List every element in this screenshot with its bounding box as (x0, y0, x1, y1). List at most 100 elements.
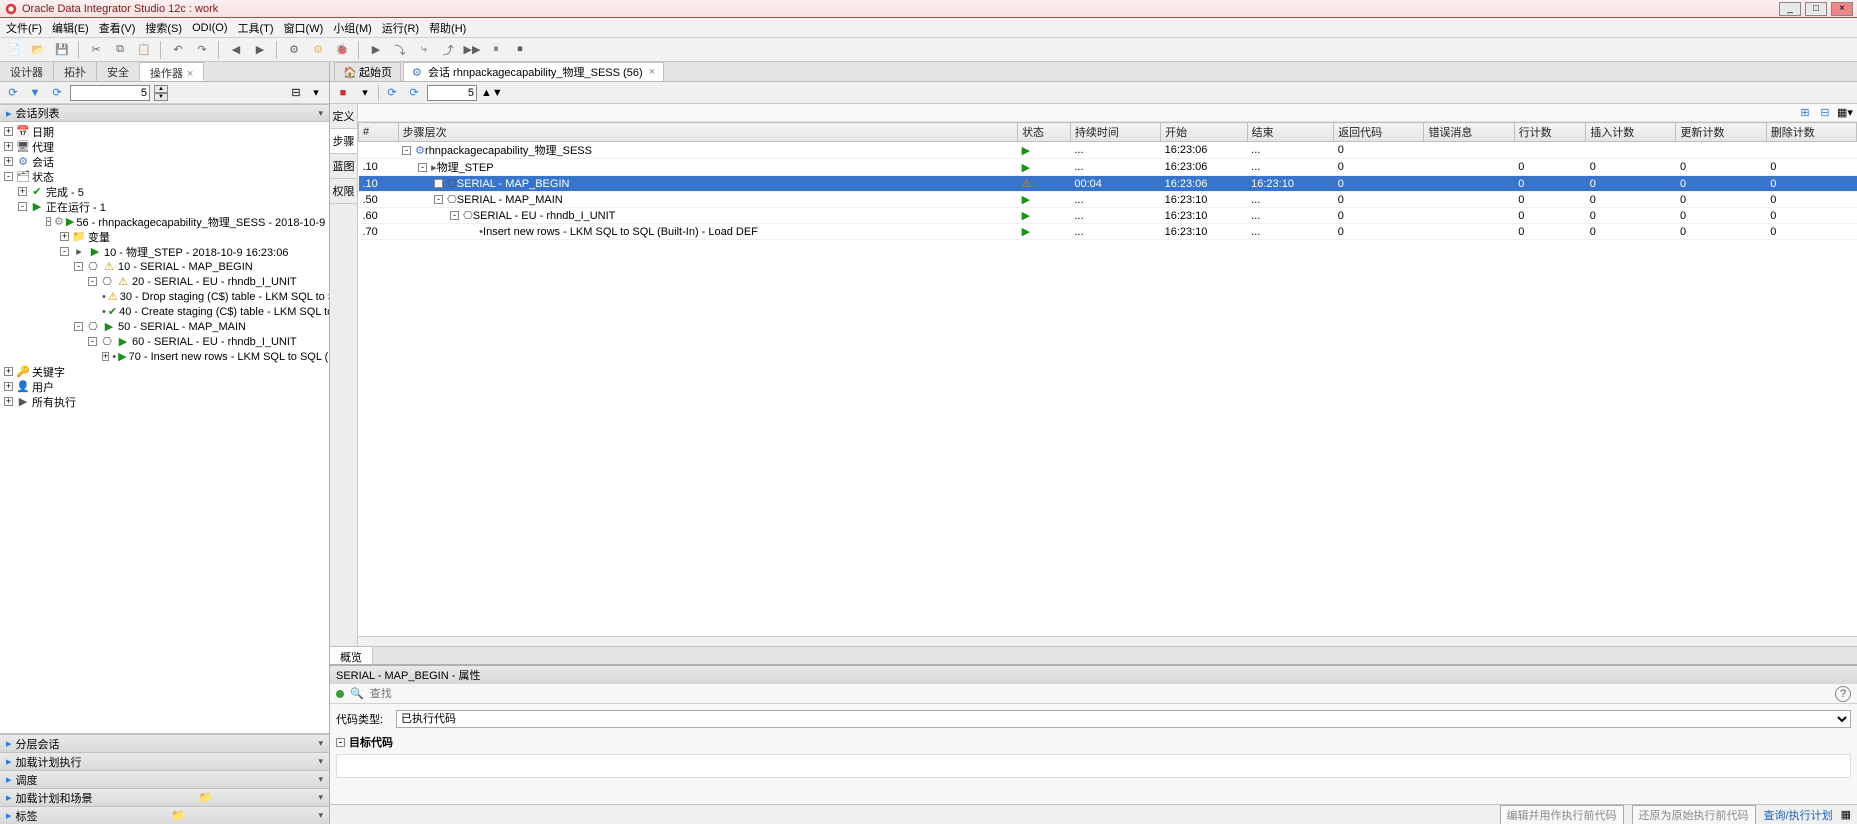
tree-node[interactable]: +📁变量 (2, 229, 327, 244)
gear-icon[interactable]: ⚙ (284, 40, 304, 60)
stop-icon[interactable]: ⏹ (510, 40, 530, 60)
row-expand-icon[interactable]: - (418, 163, 427, 172)
column-header[interactable]: 删除计数 (1766, 123, 1856, 142)
tree-expand-icon[interactable]: - (88, 337, 97, 346)
column-header[interactable]: 行计数 (1514, 123, 1586, 142)
resume-icon[interactable]: ▶▶ (462, 40, 482, 60)
left-drawer[interactable]: ▸标签📁▾ (0, 806, 329, 824)
debug-icon[interactable]: 🐞 (332, 40, 352, 60)
menu-item[interactable]: 搜索(S) (145, 20, 182, 36)
tree-node[interactable]: +✔完成 - 5 (2, 184, 327, 199)
column-header[interactable]: 错误消息 (1424, 123, 1514, 142)
expand-all-icon[interactable]: ⊞ (1797, 104, 1813, 120)
refresh-interval-input[interactable] (70, 85, 150, 101)
grid-row[interactable]: .10-▸物理_STEP▶...16:23:06...00000 (359, 159, 1857, 176)
tree-node[interactable]: -▸▶10 - 物理_STEP - 2018-10-9 16:23:06 (2, 244, 327, 259)
run-icon[interactable]: ⚙ (308, 40, 328, 60)
step-out-icon[interactable]: ⤴ (438, 40, 458, 60)
tree-expand-icon[interactable]: + (102, 352, 109, 361)
grid-spin-down[interactable]: ▼ (492, 87, 503, 99)
column-header[interactable]: 结束 (1247, 123, 1334, 142)
side-tab[interactable]: 步骤 (330, 129, 357, 154)
auto-refresh-grid-icon[interactable]: ⟳ (405, 84, 423, 102)
tree-node[interactable]: +🖥代理 (2, 139, 327, 154)
menu-item[interactable]: 小组(M) (333, 20, 372, 36)
grid-row[interactable]: .70•Insert new rows - LKM SQL to SQL (Bu… (359, 224, 1857, 240)
grid-row[interactable]: .60-⎔SERIAL - EU - rhndb_I_UNIT▶...16:23… (359, 208, 1857, 224)
menu-item[interactable]: 窗口(W) (284, 20, 324, 36)
columns-icon[interactable]: ▦▾ (1837, 104, 1853, 120)
pause-icon[interactable]: ⏸ (486, 40, 506, 60)
column-header[interactable]: 更新计数 (1676, 123, 1766, 142)
left-tab[interactable]: 拓扑 (54, 62, 97, 81)
overview-tab[interactable]: 概览 (330, 647, 373, 664)
tree-expand-icon[interactable]: + (60, 232, 69, 241)
step-into-icon[interactable]: ⤷ (414, 40, 434, 60)
grid-spin-up[interactable]: ▲ (481, 87, 492, 99)
column-header[interactable]: 返回代码 (1334, 123, 1424, 142)
menu-item[interactable]: ODI(O) (192, 22, 227, 34)
restore-pre-exec-button[interactable]: 还原为原始执行前代码 (1632, 805, 1756, 824)
redo-icon[interactable]: ↷ (192, 40, 212, 60)
new-icon[interactable]: 📄 (4, 40, 24, 60)
steps-grid[interactable]: #步骤层次状态持续时间开始结束返回代码错误消息行计数插入计数更新计数删除计数-⚙… (358, 122, 1857, 636)
spin-down[interactable]: ▼ (154, 93, 168, 101)
edit-pre-exec-button[interactable]: 编辑并用作执行前代码 (1500, 805, 1624, 824)
tree-node[interactable]: +⚙会话 (2, 154, 327, 169)
tree-node[interactable]: -▶正在运行 - 1 (2, 199, 327, 214)
left-tab[interactable]: 安全 (97, 62, 140, 81)
open-icon[interactable]: 📂 (28, 40, 48, 60)
left-drawer[interactable]: ▸加载计划执行▾ (0, 752, 329, 770)
row-expand-icon[interactable]: - (434, 195, 443, 204)
tree-node[interactable]: +📅日期 (2, 124, 327, 139)
tree-expand-icon[interactable]: + (4, 127, 13, 136)
menu-icon[interactable]: ▾ (307, 84, 325, 102)
refresh-icon[interactable]: ⟳ (4, 84, 22, 102)
filter-icon[interactable]: ▼ (26, 84, 44, 102)
row-expand-icon[interactable]: - (402, 146, 411, 155)
session-list-header[interactable]: ▸ 会话列表 ▾ (0, 104, 329, 122)
step-over-icon[interactable]: ⤵ (390, 40, 410, 60)
editor-tab[interactable]: ⚙会话 rhnpackagecapability_物理_SESS (56)× (403, 62, 664, 81)
auto-refresh-icon[interactable]: ⟳ (48, 84, 66, 102)
undo-icon[interactable]: ↶ (168, 40, 188, 60)
spin-up[interactable]: ▲ (154, 85, 168, 93)
menu-item[interactable]: 文件(F) (6, 20, 42, 36)
column-header[interactable]: 开始 (1161, 123, 1248, 142)
column-header[interactable]: 插入计数 (1586, 123, 1676, 142)
grid-row[interactable]: .50-⎔SERIAL - MAP_MAIN▶...16:23:10...000… (359, 192, 1857, 208)
tree-node[interactable]: -⎔⚠20 - SERIAL - EU - rhndb_I_UNIT (2, 274, 327, 289)
play-icon[interactable]: ▶ (366, 40, 386, 60)
tree-expand-icon[interactable]: + (4, 142, 13, 151)
menu-item[interactable]: 工具(T) (238, 20, 274, 36)
column-header[interactable]: # (359, 123, 399, 142)
tree-node[interactable]: +•▶70 - Insert new rows - LKM SQL to SQL… (2, 349, 327, 364)
dropdown-icon[interactable]: ▾ (356, 84, 374, 102)
cut-icon[interactable]: ✂ (86, 40, 106, 60)
properties-search-input[interactable] (370, 688, 1829, 700)
minimize-button[interactable]: _ (1779, 2, 1801, 16)
back-icon[interactable]: ◀ (226, 40, 246, 60)
help-icon[interactable]: ? (1835, 686, 1851, 702)
tree-expand-icon[interactable]: + (4, 397, 13, 406)
side-tab[interactable]: 权限 (330, 179, 357, 204)
left-tab[interactable]: 设计器 (0, 62, 54, 81)
tree-expand-icon[interactable]: - (46, 217, 51, 226)
tree-expand-icon[interactable]: - (74, 262, 83, 271)
tree-expand-icon[interactable]: - (4, 172, 13, 181)
tree-node[interactable]: -⎔⚠10 - SERIAL - MAP_BEGIN (2, 259, 327, 274)
left-tab[interactable]: 操作器× (140, 62, 204, 81)
side-tab[interactable]: 定义 (330, 104, 357, 129)
row-expand-icon[interactable]: + (434, 179, 443, 188)
forward-icon[interactable]: ▶ (250, 40, 270, 60)
tree-expand-icon[interactable]: - (74, 322, 83, 331)
refresh-grid-icon[interactable]: ⟳ (383, 84, 401, 102)
column-header[interactable]: 步骤层次 (398, 123, 1017, 142)
save-icon[interactable]: 💾 (52, 40, 72, 60)
left-drawer[interactable]: ▸调度▾ (0, 770, 329, 788)
column-header[interactable]: 状态 (1018, 123, 1071, 142)
tree-node[interactable]: •✔40 - Create staging (C$) table - LKM S… (2, 304, 327, 319)
menu-item[interactable]: 运行(R) (382, 20, 419, 36)
tree-expand-icon[interactable]: - (60, 247, 69, 256)
query-exec-plan-link[interactable]: 查询/执行计划 (1764, 807, 1833, 823)
